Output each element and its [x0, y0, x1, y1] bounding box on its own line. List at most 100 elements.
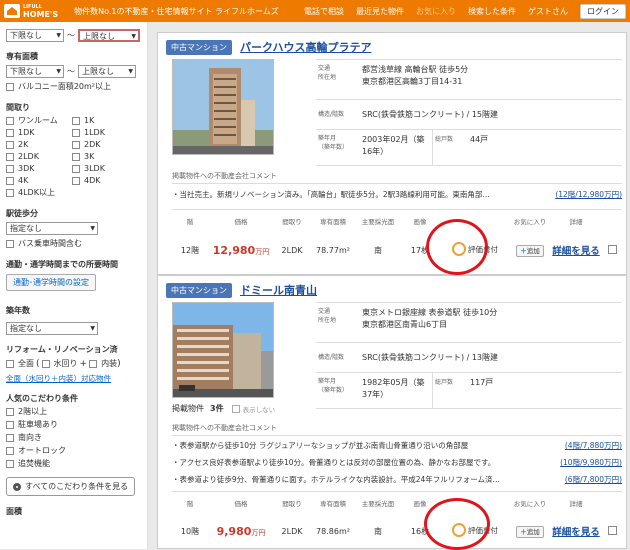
- structure-value: SRC(鉄骨鉄筋コンクリート) / 15階建: [362, 109, 499, 119]
- top-nav: 電話で相談 最近見た物件 お気に入り 検索した条件 ゲストさん ログイン: [292, 0, 626, 22]
- reform-full-checkbox[interactable]: 全面: [6, 358, 34, 370]
- age-select[interactable]: 指定なし: [6, 322, 98, 335]
- comment-unit-link[interactable]: (6階/7,800万円): [565, 474, 622, 485]
- popular-checkbox[interactable]: オートロック: [6, 445, 66, 457]
- area-heading: 専有面積: [6, 52, 38, 61]
- property-type-badge: 中古マンション: [166, 39, 232, 55]
- property-photo[interactable]: [172, 59, 274, 155]
- select-checkbox[interactable]: [607, 525, 617, 535]
- reform-heading: リフォーム・リノベーション済: [6, 345, 118, 354]
- layout-checkbox[interactable]: 3DK: [6, 163, 72, 175]
- all-conditions-button[interactable]: すべてのこだわり条件を見る: [6, 477, 136, 496]
- reform-link[interactable]: 全面（水回り＋内装）対応物件: [6, 373, 111, 384]
- add-favorite-button[interactable]: ＋追加: [516, 245, 544, 257]
- add-favorite-button[interactable]: ＋追加: [516, 526, 544, 538]
- layout-checkbox[interactable]: 1K: [72, 115, 138, 127]
- layout-checkbox[interactable]: 2K: [6, 139, 72, 151]
- login-button[interactable]: ログイン: [580, 3, 626, 19]
- agent-comment-heading: 掲載物件への不動産会社コメント: [172, 172, 277, 180]
- popular-checkbox[interactable]: 南向き: [6, 432, 42, 444]
- col-area: 専有面積: [320, 499, 346, 508]
- hide-toggle[interactable]: 表示しない: [231, 404, 275, 414]
- price-max-select[interactable]: 上限なし: [78, 29, 140, 42]
- house-logo-icon: [4, 4, 20, 18]
- layout-checkbox[interactable]: ワンルーム: [6, 115, 72, 127]
- commute-heading: 通勤・通学時間までの所要時間: [6, 260, 118, 269]
- direction-value: 南: [374, 526, 382, 536]
- balcony-checkbox[interactable]: バルコニー面積20m²以上: [6, 81, 111, 93]
- nav-recent-viewed[interactable]: 最近見た物件: [356, 6, 404, 17]
- detail-link[interactable]: 詳細を見る: [550, 524, 602, 538]
- reform-water-checkbox[interactable]: 水回り: [41, 358, 78, 370]
- built-label: 築年月 （築年数）: [318, 135, 349, 151]
- top-header: LIFULL HOME'S 物件数No.1の不動産・住宅情報サイト ライフルホーム…: [0, 0, 630, 22]
- comment-unit-link[interactable]: (10階/9,980万円): [560, 457, 622, 468]
- area-min-select[interactable]: 下限なし: [6, 65, 64, 78]
- price-value: 12,980万円: [212, 243, 270, 257]
- layout-checkbox[interactable]: 3K: [72, 151, 138, 163]
- reform-interior-checkbox[interactable]: 内装: [89, 358, 117, 370]
- layout-checkbox[interactable]: 4DK: [72, 175, 138, 187]
- layout-heading: 間取り: [6, 103, 30, 112]
- access-label: 交通 所在地: [318, 65, 337, 81]
- comment-unit-link[interactable]: (12階/12,980万円): [555, 189, 622, 200]
- bus-checkbox[interactable]: バス乗車時間含む: [6, 238, 82, 250]
- nav-guest[interactable]: ゲストさん: [528, 6, 568, 17]
- layout-value: 2LDK: [281, 526, 303, 536]
- col-favorite: お気に入り: [513, 217, 547, 226]
- floor-value: 12階: [180, 245, 200, 255]
- comment-text: ・当社売主。新規リノベーション済み。「高輪台」駅徒歩5分。2駅3路線利用可能。東…: [172, 190, 490, 199]
- col-floor: 階: [186, 217, 194, 226]
- listing-area: 中古マンション パークハウス高輪プラテア 交通 所在地 都営浅草線 高輪台駅 徒…: [157, 22, 630, 550]
- agent-comment: ・表参道より徒歩9分、骨董通りに面す。ホテルライクな内装設計。平成24年フルリフ…: [172, 474, 622, 485]
- filter-sidebar: 下限なし ～ 上限なし 専有面積 下限なし ～ 上限なし バルコニー面積20m²…: [0, 22, 148, 549]
- site-tagline: 物件数No.1の不動産・住宅情報サイト ライフルホームズ: [74, 6, 279, 16]
- built-value: 1982年05月（築37年）: [362, 378, 425, 399]
- built-value: 2003年02月（築16年）: [362, 135, 425, 156]
- layout-checkbox[interactable]: 4K: [6, 175, 72, 187]
- comment-text: ・アクセス良好表参道駅より徒歩10分。骨董通りとは反対の部屋位置の為、静かなお部…: [172, 458, 496, 467]
- unit-table: 階 価格 間取り 専有面積 主要採光面 画像 お気に入り 詳細 10階 9,98…: [172, 496, 622, 545]
- popular-checkbox[interactable]: 追焚機能: [6, 458, 50, 470]
- units-label: 総戸数: [432, 373, 466, 408]
- structure-label: 構造/階数: [318, 111, 345, 118]
- layout-checkbox[interactable]: 4LDK以上: [6, 187, 72, 199]
- layout-checkbox[interactable]: 3LDK: [72, 163, 138, 175]
- detail-link[interactable]: 詳細を見る: [550, 243, 602, 257]
- popular-checkbox[interactable]: 駐車場あり: [6, 419, 58, 431]
- site-logo[interactable]: LIFULL HOME'S: [4, 0, 58, 22]
- nav-favorites[interactable]: お気に入り: [416, 6, 456, 17]
- address: 東京都港区南青山6丁目: [362, 320, 448, 329]
- layout-checkbox[interactable]: 2DK: [72, 139, 138, 151]
- area-heading-bottom: 面積: [6, 507, 22, 516]
- popular-checkbox[interactable]: 2階以上: [6, 406, 47, 418]
- property-name-link[interactable]: パークハウス高輪プラテア: [240, 39, 371, 55]
- col-price: 価格: [234, 217, 248, 226]
- range-separator: ～: [67, 67, 75, 76]
- property-photo[interactable]: [172, 302, 274, 398]
- highlight-circle: [426, 219, 488, 275]
- agent-comment-heading: 掲載物件への不動産会社コメント: [172, 424, 277, 432]
- select-checkbox[interactable]: [607, 244, 617, 254]
- layout-checkbox[interactable]: 1LDK: [72, 127, 138, 139]
- layout-checkbox[interactable]: 1DK: [6, 127, 72, 139]
- col-floor: 階: [186, 499, 194, 508]
- area-max-select[interactable]: 上限なし: [78, 65, 136, 78]
- agent-comment: ・アクセス良好表参道駅より徒歩10分。骨董通りとは反対の部屋位置の為、静かなお部…: [172, 457, 622, 468]
- property-name-link[interactable]: ドミール南青山: [240, 282, 317, 298]
- nav-phone-consult[interactable]: 電話で相談: [304, 6, 344, 17]
- nav-saved-searches[interactable]: 検索した条件: [468, 6, 516, 17]
- table-row: 12階 12,980万円 2LDK 78.77m² 南 17枚 評価書付 ＋追加…: [172, 236, 622, 264]
- property-info-table: 交通 所在地 都営浅草線 高輪台駅 徒歩5分 東京都港区高輪3丁目14-31 構造…: [316, 59, 622, 166]
- walk-time-select[interactable]: 指定なし: [6, 222, 98, 235]
- commute-settings-button[interactable]: 通勤･通学時間の設定: [6, 274, 96, 291]
- price-min-select[interactable]: 下限なし: [6, 29, 64, 42]
- col-detail: 詳細: [569, 499, 583, 508]
- comment-unit-link[interactable]: (4階/7,880万円): [565, 440, 622, 451]
- access-station: 東京メトロ銀座線 表参道駅 徒歩10分: [362, 308, 498, 317]
- area-value: 78.86m²: [316, 526, 350, 536]
- highlight-circle: [424, 498, 490, 550]
- units-label: 総戸数: [432, 130, 466, 165]
- listing-card: 中古マンション ドミール南青山 交通 所在地 東京メトロ銀座線 表参道駅 徒歩1…: [157, 275, 627, 550]
- layout-checkbox[interactable]: 2LDK: [6, 151, 72, 163]
